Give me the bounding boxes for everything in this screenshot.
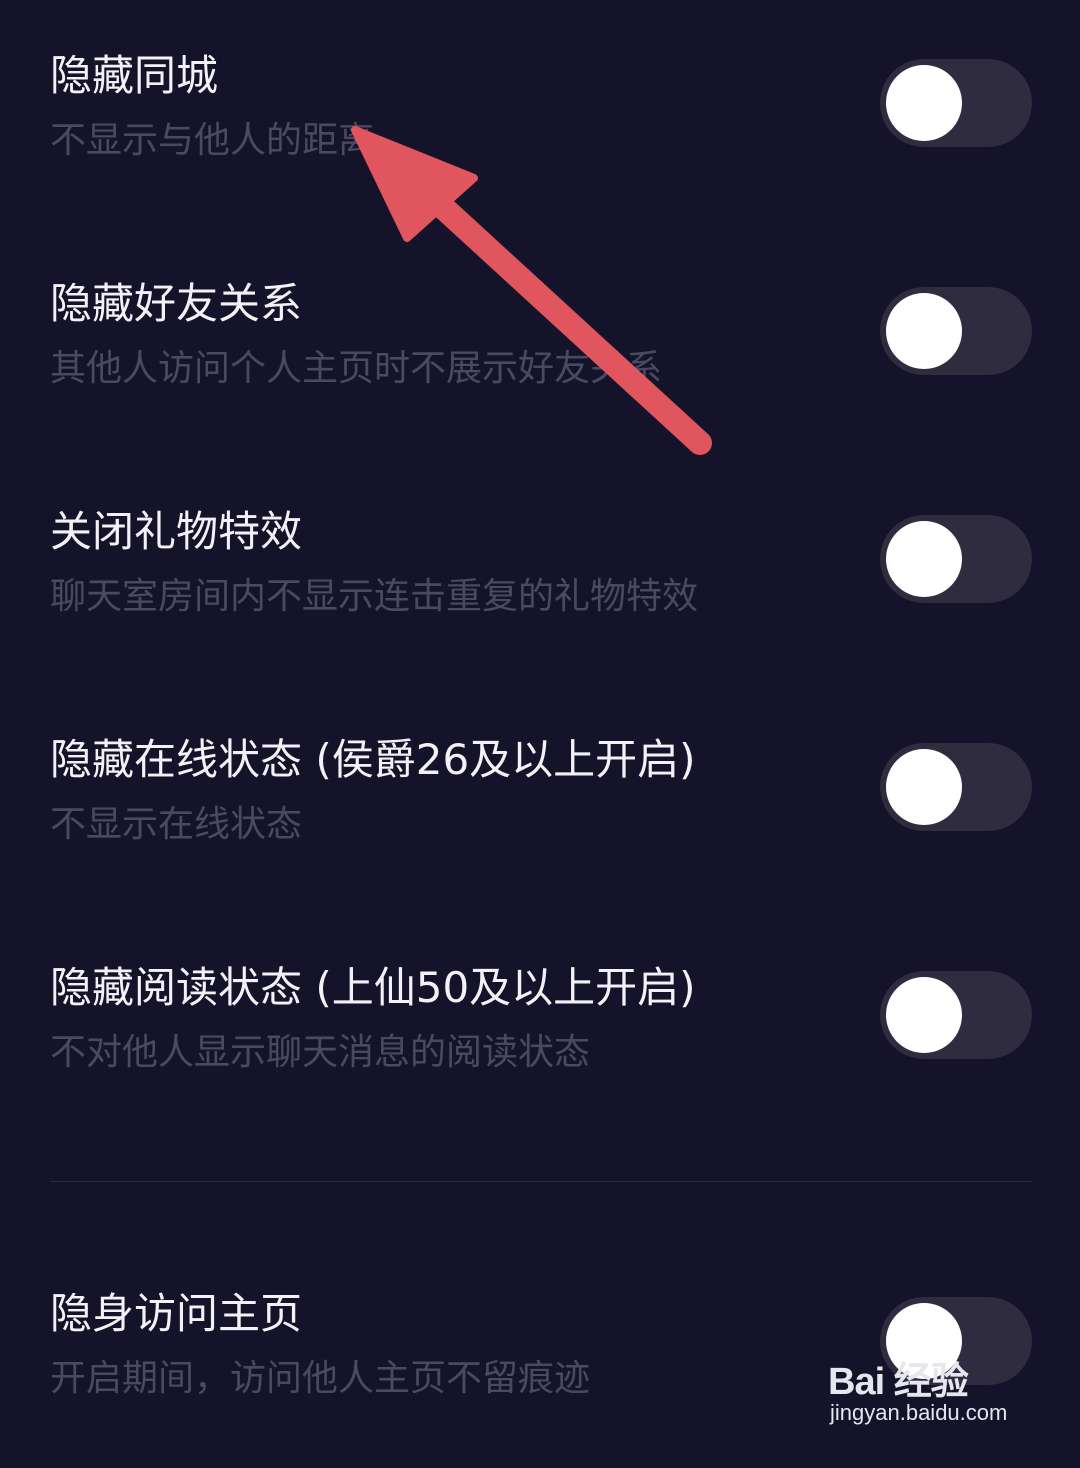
setting-subtitle: 不显示在线状态	[50, 804, 303, 845]
setting-title: 隐藏好友关系	[50, 279, 303, 328]
setting-subtitle: 不对他人显示聊天消息的阅读状态	[50, 1032, 591, 1073]
setting-title: 隐藏同城	[50, 51, 219, 100]
toggle-knob	[886, 65, 962, 141]
setting-title: 隐藏在线状态 (侯爵26及以上开启)	[50, 735, 696, 784]
hide-read-status-toggle[interactable]	[880, 971, 1032, 1059]
setting-row-disable-gift-effects: 关闭礼物特效 聊天室房间内不显示连击重复的礼物特效	[0, 504, 1080, 634]
setting-subtitle: 聊天室房间内不显示连击重复的礼物特效	[50, 576, 699, 617]
setting-row-hide-same-city: 隐藏同城 不显示与他人的距离	[0, 48, 1080, 178]
hide-online-status-toggle[interactable]	[880, 743, 1032, 831]
toggle-knob	[886, 977, 962, 1053]
baidu-watermark: Bai 经验 jingyan.baidu.com	[828, 1350, 1028, 1450]
section-divider	[50, 1181, 1032, 1182]
setting-row-hide-read-status: 隐藏阅读状态 (上仙50及以上开启) 不对他人显示聊天消息的阅读状态	[0, 960, 1080, 1090]
hide-same-city-toggle[interactable]	[880, 59, 1032, 147]
watermark-url: jingyan.baidu.com	[830, 1400, 1008, 1425]
setting-subtitle: 不显示与他人的距离	[50, 120, 375, 161]
toggle-knob	[886, 521, 962, 597]
setting-row-hide-friend-relations: 隐藏好友关系 其他人访问个人主页时不展示好友关系	[0, 276, 1080, 406]
hide-friend-relations-toggle[interactable]	[880, 287, 1032, 375]
setting-row-hide-online-status: 隐藏在线状态 (侯爵26及以上开启) 不显示在线状态	[0, 732, 1080, 862]
setting-title: 隐藏阅读状态 (上仙50及以上开启)	[50, 963, 696, 1012]
setting-subtitle: 其他人访问个人主页时不展示好友关系	[50, 348, 663, 389]
setting-subtitle: 开启期间，访问他人主页不留痕迹	[50, 1358, 591, 1399]
watermark-logo: Bai 经验	[828, 1361, 969, 1403]
disable-gift-effects-toggle[interactable]	[880, 515, 1032, 603]
toggle-knob	[886, 749, 962, 825]
toggle-knob	[886, 293, 962, 369]
setting-title: 隐身访问主页	[50, 1289, 303, 1338]
setting-title: 关闭礼物特效	[50, 507, 303, 556]
